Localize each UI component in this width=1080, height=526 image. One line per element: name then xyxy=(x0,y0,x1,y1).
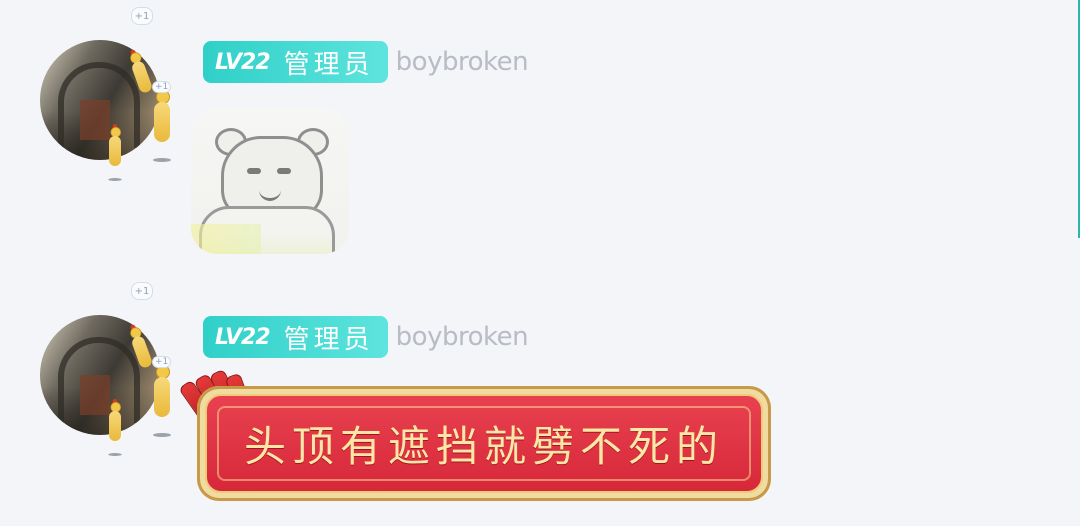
level-label: LV22 xyxy=(215,324,271,350)
username[interactable]: boybroken xyxy=(396,322,529,352)
avatar-plus-one-badge: +1 xyxy=(152,81,172,93)
avatar-with-pendant[interactable]: +1 xyxy=(40,315,180,456)
role-label: 管理员 xyxy=(283,49,374,80)
bear-meme-icon[interactable] xyxy=(191,108,349,254)
rubber-chicken-icon xyxy=(151,86,173,162)
plus-one-badge[interactable]: +1 xyxy=(131,7,153,25)
avatar-with-pendant[interactable]: +1 xyxy=(40,40,180,181)
plus-one-badge[interactable]: +1 xyxy=(131,282,153,300)
message-text: 头顶有遮挡就劈不死的 xyxy=(243,422,724,471)
level-role-badge: LV22 管理员 xyxy=(203,41,388,83)
role-label: 管理员 xyxy=(283,324,374,355)
level-role-badge: LV22 管理员 xyxy=(203,316,388,358)
chat-message: +1 +1 LV22 管理员 boybroken xyxy=(0,0,1080,270)
avatar-plus-one-badge: +1 xyxy=(152,356,172,368)
message-bubble[interactable]: 头顶有遮挡就劈不死的 xyxy=(197,386,771,501)
message-header: LV22 管理员 boybroken xyxy=(203,315,529,359)
level-label: LV22 xyxy=(215,49,271,75)
rubber-chicken-icon xyxy=(107,399,124,456)
rubber-chicken-icon xyxy=(151,361,173,437)
rubber-chicken-icon xyxy=(107,124,124,181)
username[interactable]: boybroken xyxy=(396,47,529,77)
message-header: LV22 管理员 boybroken xyxy=(203,40,529,84)
